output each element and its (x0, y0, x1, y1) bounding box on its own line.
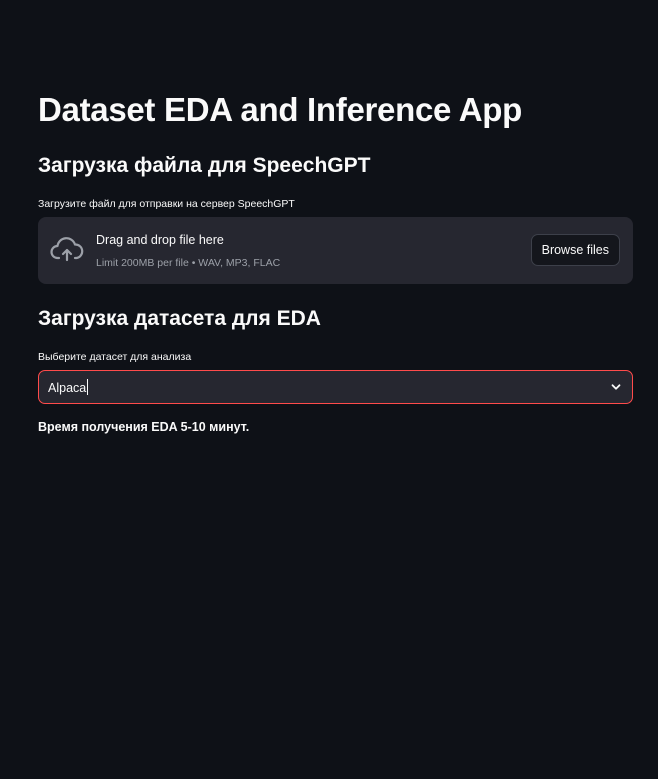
dataset-select-value-text: Alpaca (48, 381, 87, 395)
dropzone-limit-text: Limit 200MB per file • WAV, MP3, FLAC (96, 257, 281, 269)
file-dropzone[interactable]: Drag and drop file here Limit 200MB per … (38, 217, 633, 284)
chevron-down-icon[interactable] (610, 381, 622, 393)
browse-files-button[interactable]: Browse files (530, 234, 620, 266)
file-uploader-label: Загрузите файл для отправки на сервер Sp… (38, 198, 295, 210)
text-caret (87, 379, 89, 395)
dropzone-title: Drag and drop file here (96, 233, 224, 247)
eda-time-note: Время получения EDA 5-10 минут. (38, 420, 250, 434)
dataset-select-label: Выберите датасет для анализа (38, 351, 192, 363)
app-root: Dataset EDA and Inference App Загрузка ф… (0, 0, 658, 779)
dataset-select-value[interactable]: Alpaca (48, 379, 89, 395)
page-title: Dataset EDA and Inference App (38, 91, 522, 128)
dataset-select[interactable]: Alpaca (38, 370, 633, 404)
upload-section-header: Загрузка файла для SpeechGPT (38, 154, 371, 177)
cloud-upload-icon (50, 237, 84, 262)
dataset-section-header: Загрузка датасета для EDA (38, 307, 321, 330)
